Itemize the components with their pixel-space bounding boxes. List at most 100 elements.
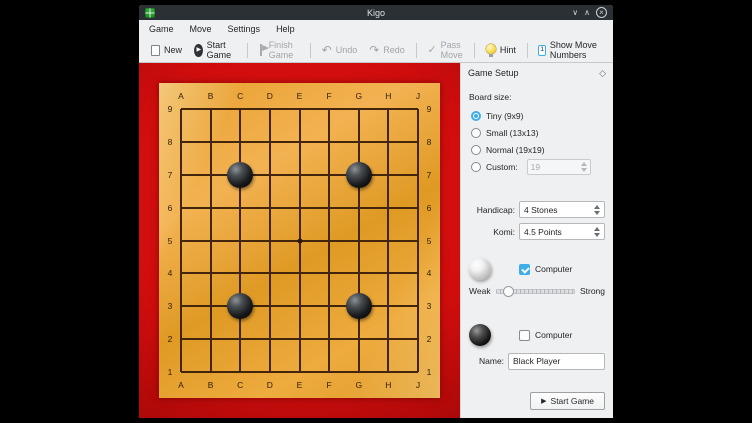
grid-line-vertical	[387, 109, 389, 372]
handicap-combobox[interactable]: 4 Stones	[519, 201, 605, 218]
radio-label-small: Small (13x13)	[486, 128, 538, 138]
main-content: ABCDEFGHJ ABCDEFGHJ 987654321 987654321 …	[139, 63, 613, 418]
new-document-icon	[151, 45, 160, 56]
go-board: ABCDEFGHJ ABCDEFGHJ 987654321 987654321	[159, 83, 440, 398]
finish-game-button: Finish Game	[253, 38, 304, 62]
coord-label: G	[355, 91, 362, 101]
slider-handle[interactable]	[503, 286, 514, 297]
go-board-area: ABCDEFGHJ ABCDEFGHJ 987654321 987654321	[139, 63, 460, 418]
black-stone-G7	[346, 162, 372, 188]
combobox-arrows-icon	[594, 227, 600, 237]
coord-label: G	[355, 380, 362, 390]
black-player-name-input[interactable]	[508, 353, 605, 370]
coord-label: B	[208, 380, 214, 390]
maximize-button[interactable]: ∧	[584, 9, 590, 17]
menu-game[interactable]: Game	[141, 22, 182, 36]
toolbar-separator	[247, 43, 248, 58]
radio-icon-custom	[471, 162, 481, 172]
start-game-button[interactable]: ▶ Start Game	[530, 392, 605, 410]
radio-tiny[interactable]: Tiny (9x9)	[461, 107, 613, 124]
radio-small[interactable]: Small (13x13)	[461, 124, 613, 141]
spinbox-arrows-icon	[581, 162, 587, 172]
coord-label: C	[237, 380, 243, 390]
go-grid[interactable]	[181, 109, 418, 372]
black-stone-C3	[227, 293, 253, 319]
black-computer-toggle[interactable]: Computer	[519, 330, 572, 341]
black-computer-checkbox[interactable]	[519, 330, 530, 341]
menu-help[interactable]: Help	[268, 22, 303, 36]
coord-label: E	[297, 91, 303, 101]
play-circle-icon: ▶	[194, 44, 203, 57]
window-title: Kigo	[139, 8, 613, 18]
radio-label-tiny: Tiny (9x9)	[486, 111, 523, 121]
star-point	[297, 238, 302, 243]
coord-label: C	[237, 91, 243, 101]
coord-label: 8	[427, 137, 432, 147]
white-computer-toggle[interactable]: Computer	[519, 264, 572, 275]
new-button[interactable]: New	[146, 43, 187, 58]
pass-move-button: ✓ Pass Move	[422, 38, 468, 62]
titlebar[interactable]: Kigo ∨ ∧ ×	[139, 5, 613, 20]
toolbar: New ▶ Start Game Finish Game ↶ Undo ↷ Re…	[139, 38, 613, 63]
hint-label: Hint	[500, 45, 516, 55]
radio-normal[interactable]: Normal (19x19)	[461, 141, 613, 158]
redo-label: Redo	[383, 45, 405, 55]
black-stone-icon	[469, 324, 491, 346]
coord-label: 6	[427, 203, 432, 213]
grid-line-horizontal	[181, 272, 418, 274]
weak-label: Weak	[469, 286, 491, 296]
black-name-row: Name:	[461, 352, 613, 370]
coord-label: A	[178, 91, 184, 101]
custom-size-value: 19	[531, 162, 581, 172]
black-stone-G3	[346, 293, 372, 319]
coord-label: F	[327, 91, 332, 101]
name-label: Name:	[479, 356, 504, 366]
detach-panel-icon[interactable]: ◇	[599, 68, 606, 79]
kigo-app-icon	[145, 8, 155, 18]
menu-settings[interactable]: Settings	[220, 22, 269, 36]
menu-move[interactable]: Move	[182, 22, 220, 36]
strength-slider[interactable]	[496, 286, 575, 297]
coord-label: 2	[168, 334, 173, 344]
coord-label: J	[416, 91, 420, 101]
board-size-label: Board size:	[469, 92, 605, 102]
coord-label: 8	[168, 137, 173, 147]
coord-label: E	[297, 380, 303, 390]
checkmark-icon: ✓	[427, 45, 436, 55]
coord-label: A	[178, 380, 184, 390]
white-stone-icon	[469, 258, 491, 280]
black-computer-label: Computer	[535, 330, 572, 340]
custom-size-spinbox: 19	[527, 159, 591, 175]
white-player-row: Computer	[461, 257, 613, 281]
radio-custom[interactable]: Custom: 19	[461, 158, 613, 175]
coord-label: 9	[427, 104, 432, 114]
komi-combobox[interactable]: 4.5 Points	[519, 223, 605, 240]
new-button-label: New	[164, 45, 182, 55]
grid-line-horizontal	[181, 338, 418, 340]
panel-title: Game Setup	[468, 68, 519, 78]
coord-label: 9	[168, 104, 173, 114]
hint-button[interactable]: Hint	[481, 42, 521, 59]
coord-label: 1	[427, 367, 432, 377]
minimize-button[interactable]: ∨	[572, 9, 578, 17]
coord-label: 7	[168, 170, 173, 180]
close-button[interactable]: ×	[596, 7, 607, 18]
toolbar-separator	[474, 43, 475, 58]
combobox-arrows-icon	[594, 205, 600, 215]
menubar: Game Move Settings Help	[139, 20, 613, 38]
coord-label: 3	[168, 301, 173, 311]
grid-line-vertical	[417, 109, 419, 372]
radio-label-normal: Normal (19x19)	[486, 145, 545, 155]
flag-icon	[258, 44, 265, 56]
coord-label: 3	[427, 301, 432, 311]
start-game-toolbar-button[interactable]: ▶ Start Game	[189, 38, 241, 62]
show-move-numbers-button[interactable]: 1 Show Move Numbers	[533, 38, 606, 62]
grid-line-vertical	[328, 109, 330, 372]
coord-label: 7	[427, 170, 432, 180]
coord-label: J	[416, 380, 420, 390]
undo-label: Undo	[336, 45, 358, 55]
lightbulb-icon	[486, 44, 496, 57]
white-computer-checkbox[interactable]	[519, 264, 530, 275]
coord-label: 1	[168, 367, 173, 377]
toolbar-separator	[527, 43, 528, 58]
